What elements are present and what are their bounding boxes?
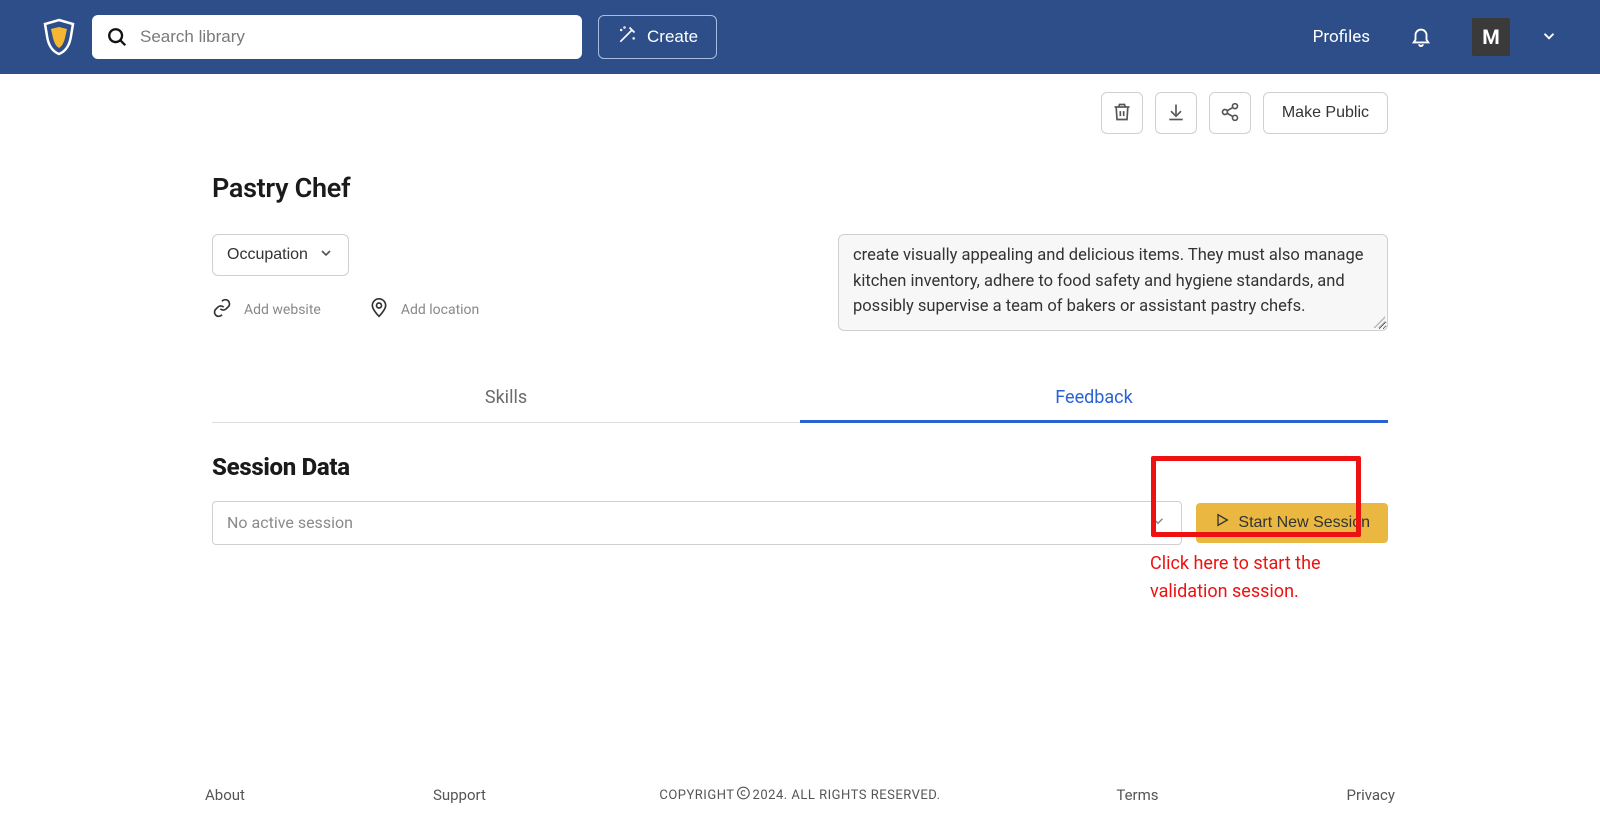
share-icon bbox=[1220, 102, 1240, 125]
profile-title: Pastry Chef bbox=[212, 172, 1388, 204]
link-icon bbox=[212, 298, 232, 322]
add-website-button[interactable]: Add website bbox=[212, 298, 321, 322]
magic-wand-icon bbox=[617, 25, 637, 50]
footer-about-link[interactable]: About bbox=[205, 786, 245, 804]
chevron-down-icon bbox=[318, 245, 334, 266]
session-select[interactable]: No active session bbox=[212, 501, 1182, 545]
footer: About Support COPYRIGHT 2024. ALL RIGHTS… bbox=[0, 786, 1600, 804]
occupation-label: Occupation bbox=[227, 246, 308, 264]
top-nav: Create Profiles M bbox=[0, 0, 1600, 74]
user-menu-button[interactable] bbox=[1540, 27, 1558, 48]
location-icon bbox=[369, 298, 389, 322]
download-button[interactable] bbox=[1155, 92, 1197, 134]
footer-terms-link[interactable]: Terms bbox=[1116, 786, 1158, 804]
notifications-button[interactable] bbox=[1410, 25, 1432, 50]
tab-feedback[interactable]: Feedback bbox=[800, 375, 1388, 422]
start-new-session-button[interactable]: Start New Session bbox=[1196, 503, 1388, 543]
occupation-dropdown[interactable]: Occupation bbox=[212, 234, 349, 276]
share-button[interactable] bbox=[1209, 92, 1251, 134]
add-location-button[interactable]: Add location bbox=[369, 298, 479, 322]
chevron-down-icon bbox=[1149, 512, 1167, 534]
profile-tabs: Skills Feedback bbox=[212, 375, 1388, 423]
create-button[interactable]: Create bbox=[598, 15, 717, 59]
make-public-button[interactable]: Make Public bbox=[1263, 92, 1388, 134]
chevron-down-icon bbox=[1540, 33, 1558, 48]
profiles-link[interactable]: Profiles bbox=[1313, 27, 1370, 47]
description-textarea[interactable]: create visually appealing and delicious … bbox=[838, 234, 1388, 331]
play-icon bbox=[1214, 512, 1230, 533]
footer-copyright: COPYRIGHT 2024. ALL RIGHTS RESERVED. bbox=[659, 786, 940, 804]
tab-skills[interactable]: Skills bbox=[212, 375, 800, 422]
trash-icon bbox=[1112, 102, 1132, 125]
annotation-text: Click here to start the validation sessi… bbox=[1150, 550, 1360, 606]
session-placeholder: No active session bbox=[227, 513, 353, 532]
add-website-label: Add website bbox=[244, 302, 321, 318]
footer-privacy-link[interactable]: Privacy bbox=[1347, 786, 1395, 804]
delete-button[interactable] bbox=[1101, 92, 1143, 134]
create-label: Create bbox=[647, 27, 698, 47]
copyright-icon bbox=[737, 786, 751, 804]
start-session-label: Start New Session bbox=[1238, 514, 1370, 532]
profile-action-bar: Make Public bbox=[212, 92, 1388, 134]
footer-support-link[interactable]: Support bbox=[433, 786, 486, 804]
search-container bbox=[92, 15, 582, 59]
search-icon bbox=[106, 26, 128, 48]
add-location-label: Add location bbox=[401, 302, 479, 318]
app-logo bbox=[42, 17, 76, 57]
bell-icon bbox=[1410, 25, 1432, 50]
download-icon bbox=[1166, 102, 1186, 125]
session-data-heading: Session Data bbox=[212, 453, 1388, 481]
user-avatar[interactable]: M bbox=[1472, 18, 1510, 56]
search-input[interactable] bbox=[140, 27, 568, 47]
